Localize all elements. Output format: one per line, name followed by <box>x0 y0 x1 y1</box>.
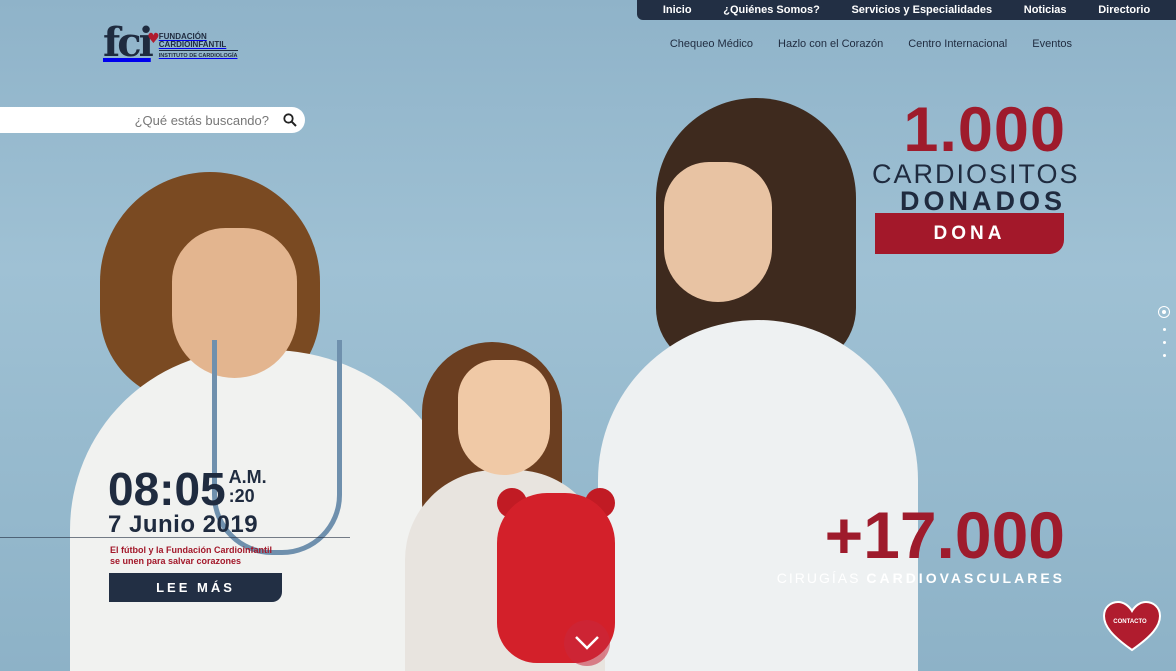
donation-label-2: DONADOS <box>899 186 1066 216</box>
slider-dot-1[interactable] <box>1158 306 1170 318</box>
doctor-right-coat <box>598 320 918 671</box>
nav-item-inicio[interactable]: Inicio <box>663 4 692 16</box>
news-headline-line-2: se unen para salvar corazones <box>110 556 242 566</box>
nav-item-servicios[interactable]: Servicios y Especialidades <box>851 4 992 16</box>
top-navigation: Inicio ¿Quiénes Somos? Servicios y Espec… <box>637 0 1176 20</box>
clock-time: 08:05 A.M. :20 <box>108 463 267 515</box>
read-more-button[interactable]: LEE MÁS <box>109 573 282 602</box>
heart-icon <box>1102 600 1162 652</box>
nav-item-directorio[interactable]: Directorio <box>1098 4 1150 16</box>
secondary-navigation: Chequeo Médico Hazlo con el Corazón Cent… <box>670 38 1072 50</box>
subnav-item-chequeo[interactable]: Chequeo Médico <box>670 38 753 50</box>
logo[interactable]: fci ♥ FUNDACIÓN CARDIOINFANTIL INSTITUTO … <box>103 19 238 66</box>
logo-mark: fci ♥ <box>103 19 160 66</box>
slider-pagination <box>1158 306 1170 357</box>
donation-stat: 1.000 CARDIOSITOS DONADOS <box>872 95 1080 216</box>
search-bar <box>0 107 305 133</box>
slider-dot-3[interactable] <box>1162 341 1166 344</box>
subnav-item-hazlo[interactable]: Hazlo con el Corazón <box>778 38 883 50</box>
nav-item-noticias[interactable]: Noticias <box>1024 4 1067 16</box>
surgeries-label-bold: CARDIOVASCULARES <box>866 570 1065 586</box>
donation-count: 1.000 <box>903 95 1066 165</box>
surgeries-label-regular: CIRUGÍAS <box>776 570 861 586</box>
clock-hours-minutes: 08:05 <box>108 463 226 515</box>
surgeries-count: +17.000 <box>824 498 1065 572</box>
contact-label: CONTACTO <box>1113 619 1147 625</box>
slider-dot-4[interactable] <box>1162 354 1166 357</box>
surgeries-stat: +17.000 CIRUGÍAS CARDIOVASCULARES <box>775 502 1065 586</box>
logo-line-2: CARDIOINFANTIL <box>158 40 227 49</box>
subnav-item-eventos[interactable]: Eventos <box>1032 38 1072 50</box>
clock-widget: 08:05 A.M. :20 7 Junio 2019 <box>108 463 267 539</box>
search-icon[interactable] <box>281 111 299 129</box>
clock-ampm: A.M. <box>228 467 267 487</box>
doctor-right-face <box>664 162 772 302</box>
clock-seconds: :20 <box>228 486 255 506</box>
nav-item-quienes-somos[interactable]: ¿Quiénes Somos? <box>723 4 820 16</box>
subnav-item-centro-internacional[interactable]: Centro Internacional <box>908 38 1007 50</box>
clock-date: 7 Junio 2019 <box>108 511 259 538</box>
logo-line-3: INSTITUTO DE CARDIOLOGÍA <box>158 50 238 60</box>
donate-button[interactable]: DONA <box>875 213 1064 254</box>
heart-icon: ♥ <box>147 31 159 47</box>
chevron-down-icon <box>575 636 599 650</box>
logo-text: FUNDACIÓN CARDIOINFANTIL INSTITUTO DE CA… <box>158 33 238 60</box>
contact-button[interactable] <box>1102 600 1162 652</box>
donation-label-1: CARDIOSITOS <box>872 159 1080 189</box>
scroll-down-button[interactable] <box>564 620 610 666</box>
news-headline[interactable]: El fútbol y la Fundación Cardioinfantil … <box>110 545 272 567</box>
girl-face <box>458 360 550 475</box>
search-input[interactable] <box>27 111 281 129</box>
news-headline-line-1: El fútbol y la Fundación Cardioinfantil <box>110 545 272 555</box>
slider-dot-2[interactable] <box>1162 328 1166 331</box>
divider <box>0 537 350 538</box>
surgeries-label: CIRUGÍAS CARDIOVASCULARES <box>775 570 1065 586</box>
clock-side: A.M. :20 <box>229 468 267 506</box>
